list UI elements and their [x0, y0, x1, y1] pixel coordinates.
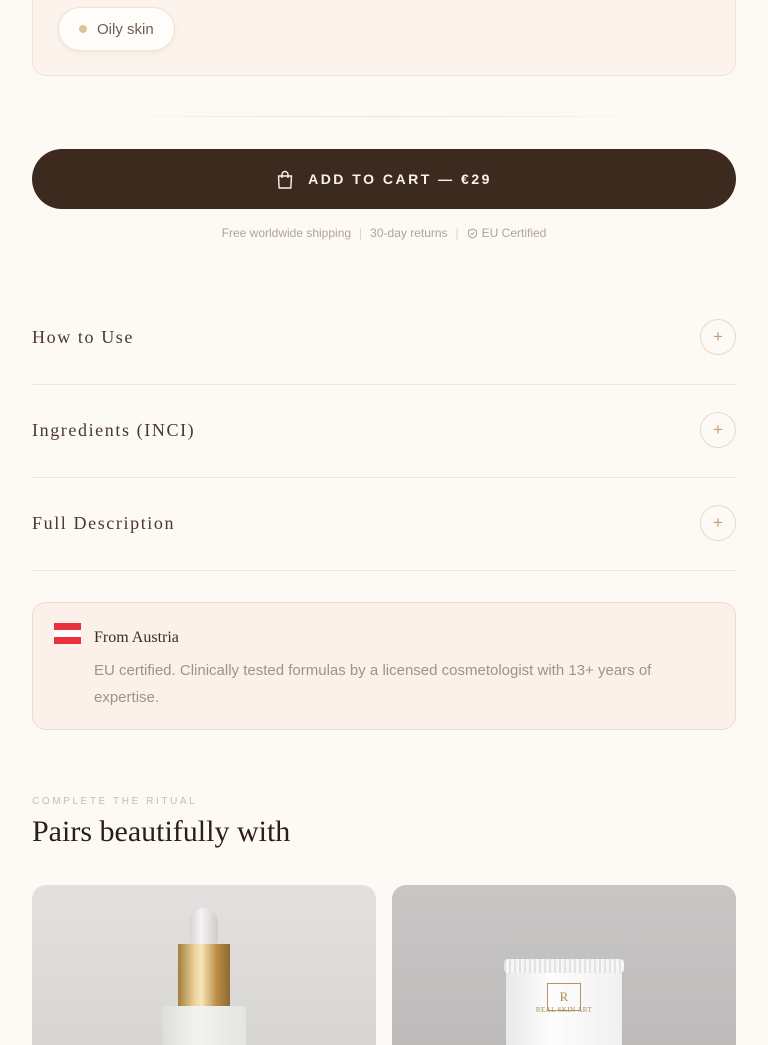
divider: [96, 116, 672, 117]
add-to-cart-label: ADD TO CART — €29: [308, 171, 492, 187]
shield-icon: [467, 227, 477, 239]
flag-stripe: [54, 637, 81, 644]
accordion-title: How to Use: [32, 327, 134, 347]
section-eyebrow: COMPLETE THE RITUAL: [32, 796, 198, 807]
perk-certified-label: EU Certified: [481, 226, 547, 240]
chip-dot-icon: [79, 25, 87, 33]
skin-type-chip[interactable]: Oily skin: [58, 7, 175, 51]
section-title: Pairs beautifully with: [32, 815, 291, 848]
accordion-full-description[interactable]: Full Description +: [32, 477, 736, 571]
perks-row: Free worldwide shipping | 30-day returns…: [0, 226, 768, 240]
perk-certified: EU Certified: [467, 226, 547, 240]
product-card-serum[interactable]: [32, 885, 376, 1045]
plus-icon[interactable]: +: [700, 505, 736, 541]
skin-type-label: Oily skin: [97, 20, 154, 38]
skin-type-card: Oily skin: [32, 0, 736, 76]
accordion-title: Full Description: [32, 513, 176, 533]
product-card-cream[interactable]: R REAL SKIN ART: [392, 885, 736, 1045]
origin-title: From Austria: [94, 629, 179, 646]
perk-shipping: Free worldwide shipping: [221, 226, 352, 240]
perk-separator: |: [455, 226, 459, 240]
austria-flag-icon: [54, 623, 81, 644]
accordion-how-to-use[interactable]: How to Use +: [32, 291, 736, 385]
perk-separator: |: [359, 226, 363, 240]
accordion-title: Ingredients (INCI): [32, 420, 196, 440]
perk-returns: 30-day returns: [370, 226, 448, 240]
flag-stripe: [54, 630, 81, 637]
add-to-cart-button[interactable]: ADD TO CART — €29: [32, 149, 736, 209]
accordion-ingredients[interactable]: Ingredients (INCI) +: [32, 384, 736, 478]
origin-text: EU certified. Clinically tested formulas…: [94, 662, 652, 706]
shopping-bag-icon: [277, 170, 293, 189]
plus-icon[interactable]: +: [700, 412, 736, 448]
origin-card: From Austria EU certified. Clinically te…: [32, 602, 736, 730]
brand-wordmark: REAL SKIN ART: [535, 1006, 593, 1014]
flag-stripe: [54, 623, 81, 630]
plus-icon[interactable]: +: [700, 319, 736, 355]
